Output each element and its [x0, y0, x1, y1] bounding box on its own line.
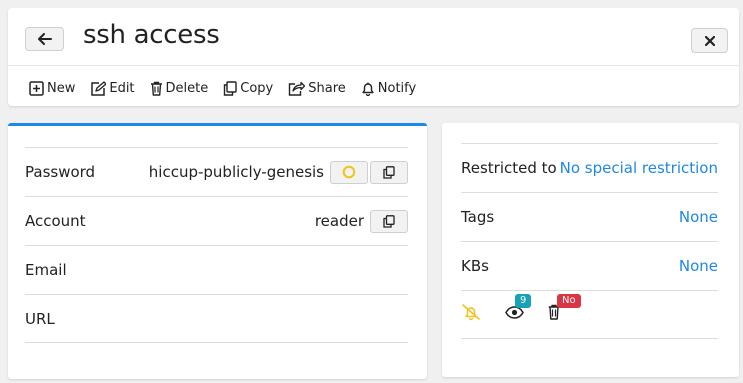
share-icon	[289, 81, 306, 96]
url-label: URL	[25, 309, 55, 328]
close-button[interactable]	[691, 28, 728, 53]
email-label: Email	[25, 261, 67, 279]
arrow-left-icon	[37, 33, 52, 45]
kbs-row: KBs None	[461, 241, 718, 290]
edit-label: Edit	[109, 80, 135, 96]
new-label: New	[47, 80, 76, 96]
trash-icon	[150, 81, 162, 96]
meta-card: Restricted to No special restriction Tag…	[442, 123, 739, 377]
bell-slash-icon[interactable]	[461, 303, 481, 321]
tags-label: Tags	[461, 208, 495, 226]
page-title: ssh access	[83, 20, 220, 50]
close-icon	[704, 35, 715, 46]
copy-password-button[interactable]	[370, 160, 408, 184]
account-label: Account	[25, 212, 86, 230]
password-generator-button[interactable]	[330, 160, 368, 184]
back-button[interactable]	[25, 27, 64, 51]
new-button[interactable]: New	[29, 81, 75, 96]
password-label: Password	[25, 163, 96, 181]
notify-button[interactable]: Notify	[361, 81, 416, 96]
toolbar: New Edit Delete Copy Share Notify	[29, 78, 431, 98]
tags-link[interactable]: None	[679, 208, 718, 226]
restricted-row: Restricted to No special restriction	[461, 143, 718, 192]
notify-label: Notify	[377, 80, 417, 96]
restricted-link[interactable]: No special restriction	[560, 159, 718, 177]
plus-square-icon	[29, 80, 44, 96]
status-icons-row: 9 No	[461, 290, 718, 339]
copy-icon	[383, 214, 395, 228]
password-value: hiccup-publicly-genesis	[148, 163, 324, 181]
watchers-count-badge: 9	[515, 294, 532, 308]
copy-button[interactable]: Copy	[223, 81, 273, 96]
edit-icon	[91, 80, 107, 96]
delete-button[interactable]: Delete	[150, 80, 209, 96]
share-label: Share	[308, 80, 346, 96]
restricted-label: Restricted to	[461, 159, 557, 177]
header-divider	[8, 65, 739, 66]
kbs-label: KBs	[461, 257, 489, 275]
email-row: Email	[25, 245, 408, 294]
delete-status-badge: No	[557, 294, 581, 308]
tags-row: Tags None	[461, 192, 718, 241]
account-value: reader	[314, 212, 364, 230]
edit-button[interactable]: Edit	[90, 80, 135, 96]
password-row: Password hiccup-publicly-genesis	[25, 147, 408, 196]
copy-label: Copy	[240, 80, 274, 96]
share-button[interactable]: Share	[288, 81, 346, 96]
bell-icon	[362, 82, 374, 96]
header-card: ssh access New Edit Delete Copy Share No…	[8, 8, 739, 106]
copy-icon	[224, 80, 237, 96]
copy-account-button[interactable]	[370, 209, 408, 233]
details-card: Password hiccup-publicly-genesis Account…	[8, 123, 427, 379]
url-row: URL	[25, 294, 408, 343]
account-row: Account reader	[25, 196, 408, 245]
circle-notch-icon	[342, 165, 356, 179]
kbs-link[interactable]: None	[679, 257, 718, 275]
delete-label: Delete	[165, 80, 209, 96]
copy-icon	[383, 165, 395, 179]
